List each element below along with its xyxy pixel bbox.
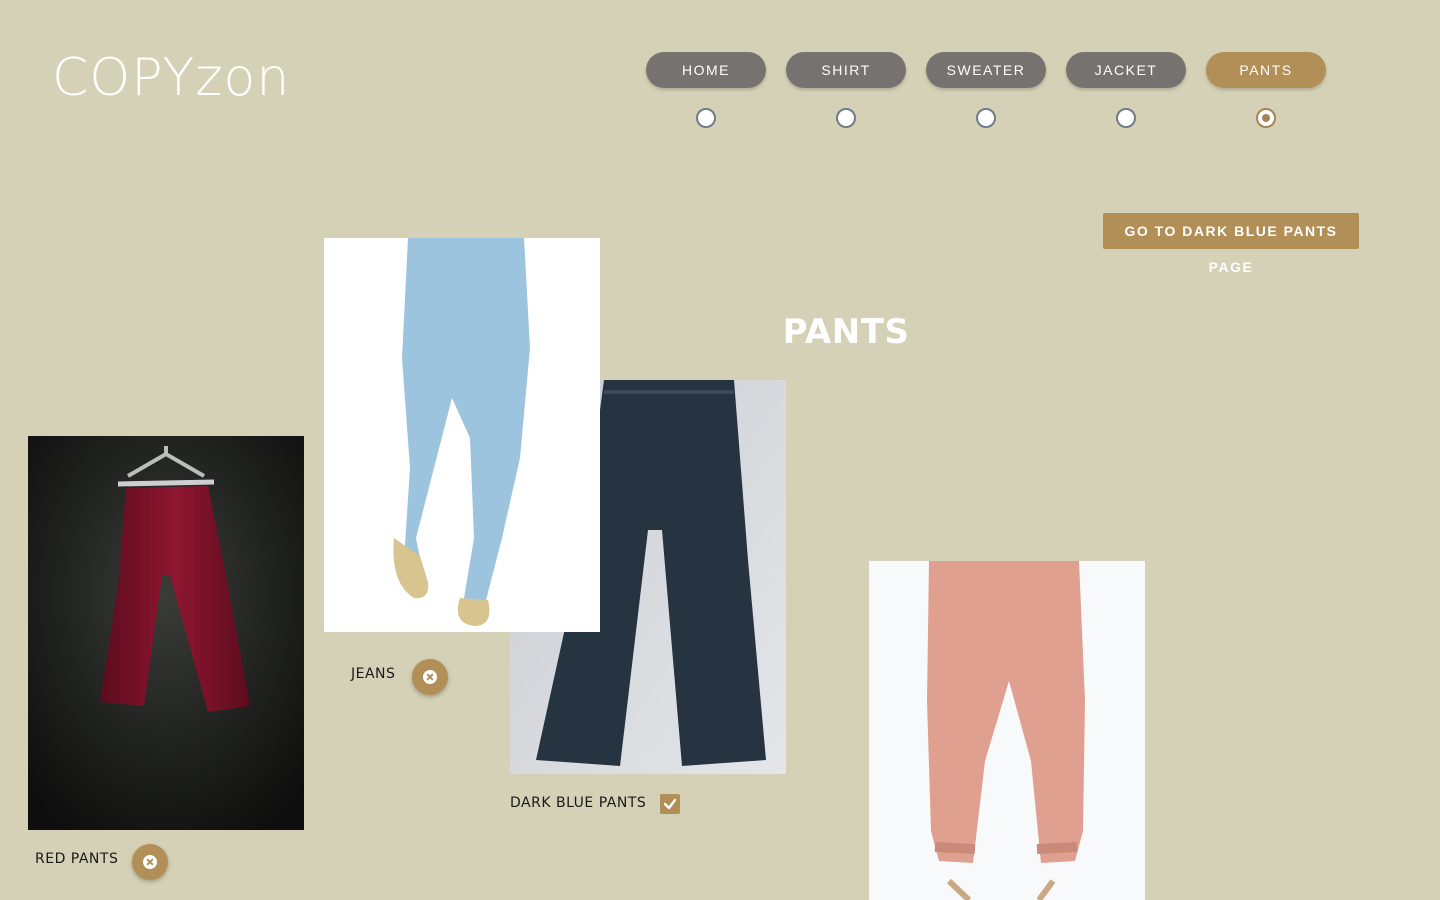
nav-jacket-button[interactable]: JACKET [1066,52,1186,88]
nav-shirt-button[interactable]: SHIRT [786,52,906,88]
nav-shirt-radio[interactable] [836,108,856,128]
nav-sweater-radio[interactable] [976,108,996,128]
pink-pants-image[interactable] [869,561,1145,900]
dark-blue-pants-checkbox[interactable] [660,794,680,814]
red-pants-label: RED PANTS [35,851,119,867]
remove-red-pants-button[interactable] [132,844,168,880]
jeans-image[interactable] [324,238,600,632]
close-icon [423,670,437,684]
red-pants-image[interactable] [28,436,304,830]
close-icon [143,855,157,869]
logo[interactable]: COPYzon [52,52,290,104]
nav-home-radio[interactable] [696,108,716,128]
nav-home-button[interactable]: HOME [646,52,766,88]
nav-sweater-button[interactable]: SWEATER [926,52,1046,88]
remove-jeans-button[interactable] [412,659,448,695]
nav-jacket-radio[interactable] [1116,108,1136,128]
dark-blue-pants-label: DARK BLUE PANTS [510,795,647,811]
page-title: PANTS [782,312,910,352]
jeans-label: JEANS [351,666,396,682]
page: COPYzon HOME SHIRT SWEATER JACKET PANTS … [0,0,1440,900]
check-icon [663,798,677,810]
nav-pants-radio[interactable] [1256,108,1276,128]
nav-pants-button[interactable]: PANTS [1206,52,1326,88]
goto-dark-blue-pants-button[interactable]: GO TO DARK BLUE PANTS PAGE [1103,213,1359,275]
